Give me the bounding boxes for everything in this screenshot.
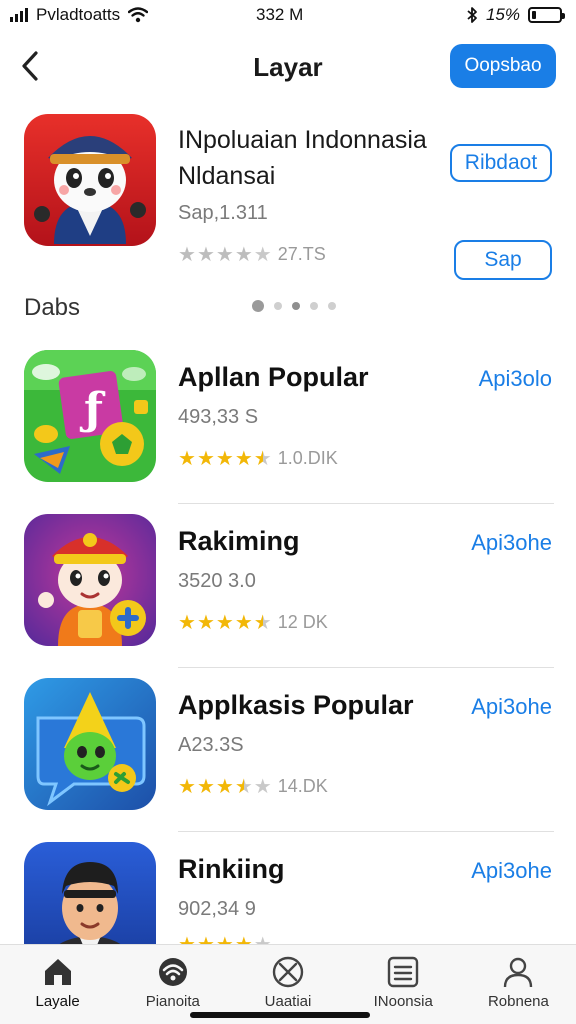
- featured-app-icon[interactable]: [24, 114, 156, 246]
- tab-home[interactable]: Layale: [0, 945, 115, 1024]
- app-icon[interactable]: [24, 514, 156, 646]
- rating-count: 14.DK: [277, 776, 328, 796]
- home-indicator[interactable]: [190, 1012, 370, 1018]
- nav-header: Layar Oopsbao: [0, 36, 576, 100]
- app-name: Rinkiing: [178, 854, 285, 884]
- rating-count: 1.0.DIK: [277, 448, 338, 468]
- list-box-icon: [388, 956, 419, 988]
- star-icon: ★: [253, 612, 272, 634]
- app-action-button[interactable]: Api3ohe: [471, 694, 552, 720]
- featured-app-name: INpoluaian Indonnasia Nldansai: [178, 122, 438, 194]
- star-rating: ★★★★★: [178, 610, 272, 635]
- app-rating: ★ ★ ★ ★ ★ 14.DK: [178, 774, 328, 799]
- panda-mascot-icon: [24, 114, 156, 246]
- carrier-label: Pvladtoatts: [36, 5, 121, 24]
- rating-count: 27.TS: [277, 244, 326, 264]
- star-icon: ★: [215, 244, 234, 266]
- star-icon: ★: [178, 448, 196, 470]
- signal-icon: [10, 8, 28, 22]
- list-item[interactable]: ƒ Apllan Popular 493,33 S ★ ★ ★ ★ ★ 1.0.DIK …: [0, 340, 576, 504]
- compass-icon: [158, 958, 187, 986]
- app-name: Applkasis Popular: [178, 690, 414, 720]
- app-icon[interactable]: [24, 678, 156, 810]
- featured-secondary-button[interactable]: Sap: [454, 240, 552, 280]
- star-icon: ★: [215, 776, 234, 798]
- app-rating: ★ ★ ★ ★ ★ 1.0.DIK: [178, 446, 338, 471]
- app-icon[interactable]: ƒ: [24, 350, 156, 482]
- tab-label: Layale: [35, 993, 80, 1010]
- tab-profile[interactable]: Robnena: [461, 945, 576, 1024]
- star-icon: ★: [178, 612, 196, 634]
- app-meta: A23.3S: [178, 734, 244, 756]
- star-rating: ★★★★★: [178, 774, 272, 799]
- chat-character-icon: [24, 678, 156, 810]
- star-icon: ★: [196, 244, 215, 266]
- status-bar: Pvladtoatts 332 M 15%: [0, 0, 576, 30]
- chevron-left-icon: [22, 51, 38, 81]
- tab-label: Uaatiai: [264, 993, 312, 1010]
- featured-app-meta: Sap,1.311: [178, 202, 268, 224]
- status-time: 332 M: [256, 5, 304, 24]
- page-indicator[interactable]: [252, 300, 336, 312]
- featured-app-name-line1: INpoluaian Indonnasia: [178, 126, 427, 154]
- back-button[interactable]: [14, 48, 46, 84]
- star-icon: ★: [234, 612, 253, 634]
- section-header: Dabs: [24, 294, 554, 330]
- star-icon: ★: [178, 244, 196, 266]
- wifi-icon: [128, 7, 149, 23]
- star-icon: ★: [196, 448, 215, 470]
- puzzle-game-icon: ƒ: [24, 350, 156, 482]
- cross-circle-icon: [272, 956, 304, 988]
- list-item[interactable]: Applkasis Popular A23.3S ★ ★ ★ ★ ★ 14.DK Api…: [0, 668, 576, 832]
- status-left: Pvladtoatts: [10, 5, 149, 25]
- page-dot[interactable]: [274, 302, 282, 310]
- app-rating: ★ ★ ★ ★ ★ 12 DK: [178, 610, 328, 635]
- home-icon: [44, 959, 71, 985]
- battery-percent: 15%: [485, 5, 520, 24]
- featured-get-button[interactable]: Ribdaot: [450, 144, 552, 182]
- star-icon: ★: [253, 244, 272, 266]
- app-meta: 493,33 S: [178, 406, 259, 428]
- header-primary-button[interactable]: Oopsbao: [450, 44, 556, 88]
- page-dot[interactable]: [292, 302, 300, 310]
- page-dot[interactable]: [328, 302, 336, 310]
- star-icon: ★: [196, 776, 215, 798]
- rating-count: 12 DK: [277, 612, 328, 632]
- list-item[interactable]: Rakiming 3520 3.0 ★ ★ ★ ★ ★ 12 DK Api3ohe: [0, 504, 576, 668]
- status-right: 15%: [466, 5, 565, 25]
- star-icon: ★: [234, 448, 253, 470]
- mascot-character-icon: [24, 514, 156, 646]
- star-icon: ★: [196, 612, 215, 634]
- featured-app-name-line2: Nldansai: [178, 162, 276, 190]
- app-action-button[interactable]: Api3ohe: [471, 530, 552, 556]
- tab-label: Pianoita: [145, 993, 200, 1010]
- app-name: Apllan Popular: [178, 362, 369, 392]
- svg-text:ƒ: ƒ: [79, 384, 106, 435]
- app-list: ƒ Apllan Popular 493,33 S ★ ★ ★ ★ ★ 1.0.DIK …: [0, 340, 576, 996]
- app-meta: 902,34 9: [178, 898, 256, 920]
- app-action-button[interactable]: Api3ohe: [471, 858, 552, 884]
- page-dot[interactable]: [252, 300, 264, 312]
- app-meta: 3520 3.0: [178, 570, 256, 592]
- star-icon: ★: [253, 448, 272, 470]
- tab-label: INoonsia: [373, 993, 433, 1010]
- star-icon: ★: [234, 244, 253, 266]
- tab-label: Robnena: [487, 993, 549, 1010]
- person-icon: [504, 957, 533, 988]
- star-rating: ★★★★★: [178, 242, 272, 267]
- featured-app-rating: ★ ★ ★ ★ ★ 27.TS: [178, 242, 326, 267]
- star-icon: ★: [178, 776, 196, 798]
- star-icon: ★: [215, 448, 234, 470]
- star-icon: ★: [234, 776, 253, 798]
- app-action-button[interactable]: Api3olo: [479, 366, 552, 392]
- page-dot[interactable]: [310, 302, 318, 310]
- featured-app[interactable]: INpoluaian Indonnasia Nldansai Sap,1.311…: [0, 112, 576, 282]
- star-icon: ★: [215, 612, 234, 634]
- battery-icon: [528, 7, 565, 23]
- star-icon: ★: [253, 776, 272, 798]
- star-rating: ★★★★★: [178, 446, 272, 471]
- bluetooth-icon: [467, 7, 477, 23]
- app-name: Rakiming: [178, 526, 300, 556]
